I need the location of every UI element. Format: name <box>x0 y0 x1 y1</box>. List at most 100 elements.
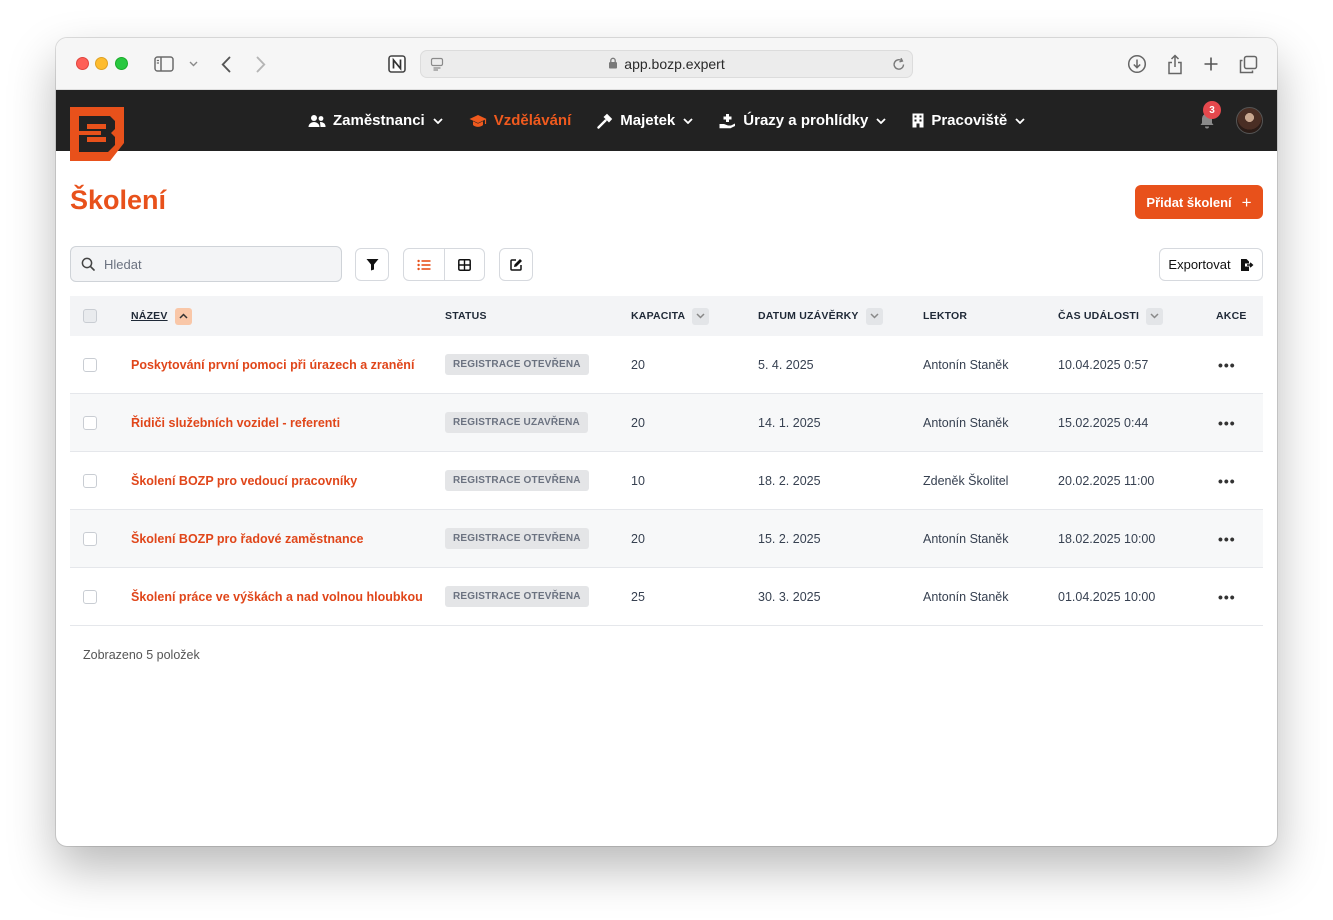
more-actions-icon[interactable]: ••• <box>1218 357 1236 373</box>
main-menu: Zaměstnanci Vzdělávání Majetek Úrazy a p… <box>308 90 1051 151</box>
tab-overview-icon[interactable] <box>1237 52 1259 76</box>
trainings-table: NÁZEV STATUS KAPACITA DATUM UZÁVĚRKY LEK… <box>70 296 1263 626</box>
list-view-button[interactable] <box>404 249 444 280</box>
filter-button[interactable] <box>355 248 389 281</box>
deadline-value: 18. 2. 2025 <box>758 473 821 488</box>
items-count: Zobrazeno 5 položek <box>83 648 200 662</box>
edit-icon <box>509 258 523 271</box>
capacity-value: 25 <box>631 589 645 604</box>
row-checkbox[interactable] <box>83 415 97 430</box>
select-all-checkbox[interactable] <box>83 309 97 323</box>
grid-icon <box>457 258 471 271</box>
bozp-logo[interactable] <box>70 107 124 161</box>
table-header: NÁZEV STATUS KAPACITA DATUM UZÁVĚRKY LEK… <box>70 296 1263 336</box>
nav-item-majetek[interactable]: Majetek <box>597 112 693 129</box>
nav-item-label: Majetek <box>620 112 676 129</box>
sort-name-button[interactable] <box>174 307 192 325</box>
notification-badge: 3 <box>1203 101 1221 119</box>
edit-button[interactable] <box>499 248 533 281</box>
select-all-cell <box>83 296 97 336</box>
more-actions-icon[interactable]: ••• <box>1218 531 1236 547</box>
chevron-down-icon[interactable] <box>186 52 200 76</box>
users-icon <box>308 114 326 128</box>
training-name-link[interactable]: Poskytování první pomoci při úrazech a z… <box>131 358 414 372</box>
lock-icon <box>608 56 618 72</box>
nav-item-zamestnanci[interactable]: Zaměstnanci <box>308 112 443 129</box>
more-actions-icon[interactable]: ••• <box>1218 473 1236 489</box>
search-input[interactable] <box>104 256 324 272</box>
nav-item-pracoviste[interactable]: Pracoviště <box>912 112 1025 129</box>
event-time-value: 10.04.2025 0:57 <box>1058 357 1149 372</box>
filter-icon <box>366 258 379 271</box>
table-row: Školení práce ve výškách a nad volnou hl… <box>70 568 1263 626</box>
hammer-icon <box>597 113 613 129</box>
chevron-down-icon <box>433 117 443 124</box>
column-event-time: ČAS UDÁLOSTI <box>1058 296 1164 336</box>
capacity-value: 20 <box>631 415 645 430</box>
browser-toolbar: app.bozp.expert <box>56 38 1277 90</box>
grid-view-button[interactable] <box>443 249 485 280</box>
column-deadline: DATUM UZÁVĚRKY <box>758 296 883 336</box>
address-bar[interactable]: app.bozp.expert <box>420 50 913 78</box>
user-avatar[interactable] <box>1236 107 1263 134</box>
forward-icon[interactable] <box>251 52 271 76</box>
event-time-value: 18.02.2025 10:00 <box>1058 531 1156 546</box>
export-label: Exportovat <box>1168 257 1231 272</box>
event-time-value: 20.02.2025 11:00 <box>1058 473 1155 488</box>
download-icon[interactable] <box>1126 52 1148 76</box>
training-name-link[interactable]: Řidiči služebních vozidel - referenti <box>131 416 340 430</box>
sort-event-time-button[interactable] <box>1146 307 1164 325</box>
training-name-link[interactable]: Školení BOZP pro vedoucí pracovníky <box>131 474 357 488</box>
lecturer-value: Antonín Staněk <box>923 357 1009 372</box>
column-capacity-label: KAPACITA <box>631 310 686 322</box>
column-capacity: KAPACITA <box>631 296 710 336</box>
training-name-link[interactable]: Školení práce ve výškách a nad volnou hl… <box>131 590 423 604</box>
app-navbar: Zaměstnanci Vzdělávání Majetek Úrazy a p… <box>56 90 1277 161</box>
column-event-time-label: ČAS UDÁLOSTI <box>1058 310 1140 322</box>
nav-item-label: Úrazy a prohlídky <box>743 112 869 129</box>
reload-icon[interactable] <box>892 56 906 72</box>
chevron-down-icon <box>696 313 705 319</box>
search-box[interactable] <box>70 246 342 282</box>
table-row: Školení BOZP pro vedoucí pracovníky REGI… <box>70 452 1263 510</box>
nav-item-urazy-a-prohlidky[interactable]: Úrazy a prohlídky <box>719 112 886 129</box>
column-name-label[interactable]: NÁZEV <box>131 310 168 322</box>
sort-deadline-button[interactable] <box>865 307 883 325</box>
lecturer-value: Antonín Staněk <box>923 415 1009 430</box>
new-tab-icon[interactable] <box>1200 52 1222 76</box>
minimize-window-button[interactable] <box>95 57 108 70</box>
lecturer-value: Zdeněk Školitel <box>923 473 1009 488</box>
page-settings-icon[interactable] <box>430 57 444 71</box>
capacity-value: 10 <box>631 473 645 488</box>
column-lecturer: LEKTOR <box>923 296 967 336</box>
notion-extension-icon[interactable] <box>386 52 408 76</box>
zoom-window-button[interactable] <box>115 57 128 70</box>
column-actions: AKCE <box>1216 296 1247 336</box>
column-lecturer-label: LEKTOR <box>923 310 968 322</box>
training-name-link[interactable]: Školení BOZP pro řadové zaměstnance <box>131 532 363 546</box>
sidebar-toggle-icon[interactable] <box>152 52 176 76</box>
status-badge: REGISTRACE OTEVŘENA <box>445 586 589 607</box>
lecturer-value: Antonín Staněk <box>923 589 1009 604</box>
export-button[interactable]: Exportovat <box>1159 248 1263 281</box>
chevron-up-icon <box>179 313 188 319</box>
url-text: app.bozp.expert <box>624 56 725 72</box>
share-icon[interactable] <box>1164 52 1186 76</box>
more-actions-icon[interactable]: ••• <box>1218 589 1236 605</box>
browser-window: app.bozp.expert Zaměstnanci Vzdělávání M… <box>56 38 1277 846</box>
table-row: Školení BOZP pro řadové zaměstnance REGI… <box>70 510 1263 568</box>
add-training-button[interactable]: Přidat školení + <box>1135 185 1263 219</box>
row-checkbox[interactable] <box>83 531 97 546</box>
status-badge: REGISTRACE OTEVŘENA <box>445 470 589 491</box>
chevron-down-icon <box>1150 313 1159 319</box>
nav-item-vzdelavani[interactable]: Vzdělávání <box>469 112 571 129</box>
sort-capacity-button[interactable] <box>692 307 710 325</box>
close-window-button[interactable] <box>76 57 89 70</box>
building-icon <box>912 113 924 128</box>
file-export-icon <box>1240 258 1254 272</box>
row-checkbox[interactable] <box>83 357 97 372</box>
more-actions-icon[interactable]: ••• <box>1218 415 1236 431</box>
back-icon[interactable] <box>216 52 236 76</box>
row-checkbox[interactable] <box>83 589 97 604</box>
row-checkbox[interactable] <box>83 473 97 488</box>
